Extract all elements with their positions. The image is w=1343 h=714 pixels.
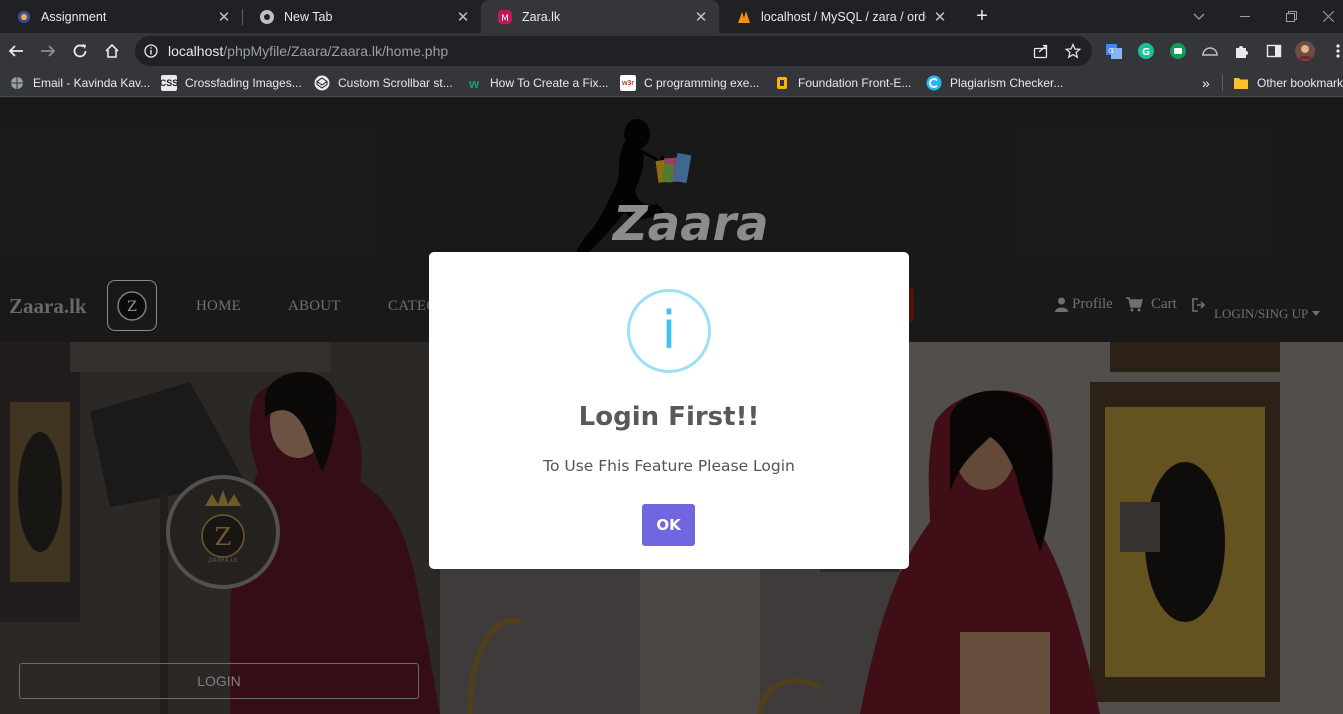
bookmark-divider — [1222, 75, 1223, 91]
tab-label: localhost / MySQL / zara / order_ — [761, 9, 926, 24]
forward-arrow-icon[interactable] — [34, 37, 62, 65]
svg-text:M: M — [501, 14, 509, 24]
tab-search-icon[interactable] — [1176, 0, 1222, 33]
url-text: localhost/phpMyfile/Zaara/Zaara.lk/home.… — [168, 43, 448, 59]
reload-icon[interactable] — [66, 37, 94, 65]
share-icon[interactable] — [1033, 43, 1049, 64]
bookmark-c-programming[interactable]: w3r C programming exe... — [620, 74, 759, 92]
svg-text:G: G — [1108, 47, 1113, 55]
tab-phpmyadmin[interactable]: localhost / MySQL / zara / order_ ✕ — [720, 0, 958, 33]
w3schools-icon: w — [468, 75, 480, 91]
bookmark-label: C programming exe... — [644, 76, 760, 90]
site-info-icon[interactable] — [144, 44, 158, 63]
bookmarks-bar: Email - Kavinda Kav... CSS Crossfading I… — [0, 69, 1343, 97]
close-icon[interactable]: ✕ — [693, 8, 709, 26]
bookmark-label: Crossfading Images... — [185, 76, 302, 90]
browser-toolbar: localhost/phpMyfile/Zaara/Zaara.lk/home.… — [0, 33, 1343, 69]
close-icon[interactable]: ✕ — [216, 8, 232, 26]
url-host: localhost — [168, 43, 224, 59]
browser-tab-strip: Assignment ✕ New Tab ✕ M Zara.lk ✕ local… — [0, 0, 1343, 33]
close-window-icon[interactable] — [1314, 0, 1343, 33]
chrome-favicon — [259, 9, 275, 25]
tab-label: Assignment — [41, 9, 107, 24]
foundation-icon — [774, 75, 790, 91]
css-icon: CSS — [160, 75, 178, 91]
login-required-dialog: i Login First!! To Use Fhis Feature Plea… — [429, 252, 909, 569]
bookmark-foundation[interactable]: Foundation Front-E... — [774, 74, 911, 92]
url-path: /phpMyfile/Zaara/Zaara.lk/home.php — [223, 43, 449, 59]
bookmark-label: Other bookmarks — [1257, 76, 1343, 90]
ok-button[interactable]: OK — [642, 504, 695, 546]
back-arrow-icon[interactable] — [2, 37, 30, 65]
bookmark-label: Email - Kavinda Kav... — [33, 76, 151, 90]
dialog-message: To Use Fhis Feature Please Login — [543, 457, 795, 475]
kebab-menu-icon[interactable] — [1328, 41, 1343, 61]
home-icon[interactable] — [98, 37, 126, 65]
minimize-icon[interactable] — [1222, 0, 1268, 33]
tab-new-tab[interactable]: New Tab ✕ — [243, 0, 481, 33]
bookmark-label: Foundation Front-E... — [798, 76, 912, 90]
bookmark-scrollbar[interactable]: Custom Scrollbar st... — [314, 74, 453, 92]
info-icon: i — [627, 289, 711, 373]
bookmark-label: Custom Scrollbar st... — [338, 76, 453, 90]
close-icon[interactable]: ✕ — [932, 8, 948, 26]
other-bookmarks[interactable]: Other bookmarks — [1233, 74, 1343, 92]
bookmark-label: How To Create a Fix... — [490, 76, 609, 90]
folder-icon — [1233, 75, 1249, 91]
dialog-title: Login First!! — [578, 402, 760, 432]
tab-label: New Tab — [284, 9, 333, 24]
w3r-icon: w3r — [620, 75, 636, 91]
restore-icon[interactable] — [1268, 0, 1314, 33]
globe-icon — [9, 75, 25, 91]
bookmark-fixed[interactable]: w How To Create a Fix... — [466, 74, 609, 92]
tab-zara[interactable]: M Zara.lk ✕ — [481, 0, 719, 33]
tab-assignment[interactable]: Assignment ✕ — [0, 0, 242, 33]
address-bar[interactable]: localhost/phpMyfile/Zaara/Zaara.lk/home.… — [135, 36, 1092, 66]
bookmark-crossfading[interactable]: CSS Crossfading Images... — [160, 74, 302, 92]
phpmyadmin-favicon — [736, 9, 752, 25]
translate-extension-icon[interactable]: G — [1104, 41, 1124, 61]
extensions-puzzle-icon[interactable] — [1232, 41, 1252, 61]
bookmark-email[interactable]: Email - Kavinda Kav... — [9, 74, 150, 92]
bookmark-star-icon[interactable] — [1064, 43, 1082, 64]
tab-label: Zara.lk — [522, 9, 561, 24]
more-bookmarks-button[interactable]: » — [1202, 74, 1210, 92]
codepen-icon — [314, 75, 330, 91]
close-icon[interactable]: ✕ — [455, 8, 471, 26]
dome-extension-icon[interactable] — [1200, 41, 1220, 61]
bookmark-plagiarism[interactable]: Plagiarism Checker... — [926, 74, 1063, 92]
grammarly-extension-icon[interactable]: G — [1136, 41, 1156, 61]
zara-favicon: M — [497, 9, 513, 25]
bookmark-label: Plagiarism Checker... — [950, 76, 1064, 90]
plagiarism-icon — [926, 75, 942, 91]
green-extension-icon[interactable] — [1168, 41, 1188, 61]
new-tab-button[interactable]: + — [970, 4, 994, 28]
svg-text:G: G — [1142, 47, 1150, 58]
side-panel-icon[interactable] — [1264, 41, 1284, 61]
profile-avatar[interactable] — [1295, 41, 1315, 61]
assignment-favicon — [16, 9, 32, 25]
